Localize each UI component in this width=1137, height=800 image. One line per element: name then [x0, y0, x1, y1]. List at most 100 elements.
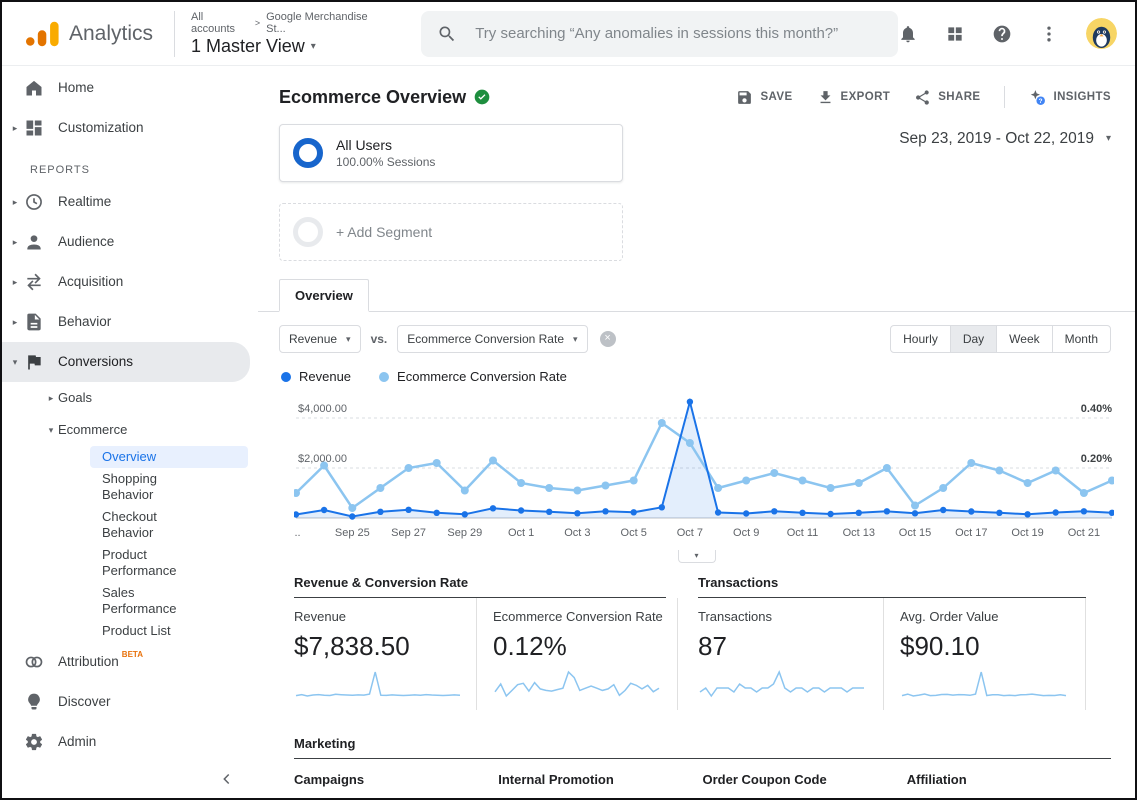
- metric-value: $90.10: [900, 631, 1071, 662]
- account-switcher[interactable]: All accounts > Google Merchandise St... …: [174, 11, 387, 57]
- sidebar-item-shopping-behavior[interactable]: Shopping Behavior: [90, 468, 258, 506]
- sidebar-item-label: Behavior: [58, 314, 111, 330]
- sidebar-item-home[interactable]: Home: [2, 68, 258, 108]
- breadcrumb-root[interactable]: All accounts: [191, 11, 249, 35]
- svg-text:?: ?: [1039, 97, 1043, 104]
- remove-metric-icon[interactable]: ×: [600, 331, 616, 347]
- summary-section-title: Transactions: [698, 575, 1086, 598]
- chevron-right-icon: ▸: [2, 317, 22, 328]
- metric-value: 0.12%: [493, 631, 663, 662]
- date-range-selector[interactable]: Sep 23, 2019 - Oct 22, 2019 ▾: [899, 124, 1111, 261]
- sidebar-item-ecommerce[interactable]: ▾Ecommerce: [2, 414, 258, 446]
- primary-metric-select[interactable]: Revenue ▾: [279, 325, 361, 353]
- analytics-logo[interactable]: Analytics: [2, 2, 172, 65]
- summary-group: TransactionsTransactions87Avg. Order Val…: [698, 575, 1086, 710]
- add-segment-button[interactable]: + Add Segment: [279, 203, 623, 261]
- segment-detail: 100.00% Sessions: [336, 155, 435, 169]
- view-selector[interactable]: 1 Master View ▾: [191, 36, 387, 57]
- metric-card-avg-order-value[interactable]: Avg. Order Value$90.10: [884, 598, 1086, 710]
- sidebar-item-label: Checkout Behavior: [102, 509, 202, 541]
- sidebar-item-admin[interactable]: Admin: [2, 722, 258, 762]
- more-vertical-icon[interactable]: [1039, 24, 1059, 44]
- granularity-month[interactable]: Month: [1052, 325, 1111, 353]
- svg-text:Oct 9: Oct 9: [733, 527, 759, 539]
- notifications-icon[interactable]: [898, 24, 918, 44]
- marketing-section: Marketing Campaigns11Transactions$431.75…: [258, 710, 1135, 798]
- timeseries-chart[interactable]: $2,000.000.20%$4,000.000.40%...Sep 25Sep…: [294, 390, 1114, 548]
- svg-text:Sep 27: Sep 27: [391, 527, 426, 539]
- sidebar-item-label: Customization: [58, 120, 144, 136]
- primary-metric-label: Revenue: [289, 332, 337, 346]
- metric-label: Transactions: [698, 609, 869, 624]
- share-label: SHARE: [938, 91, 980, 103]
- granularity-toggle: HourlyDayWeekMonth: [890, 325, 1111, 353]
- date-range-text: Sep 23, 2019 - Oct 22, 2019: [899, 130, 1094, 261]
- granularity-day[interactable]: Day: [950, 325, 997, 353]
- divider: [1004, 86, 1005, 108]
- insights-button[interactable]: ? INSIGHTS: [1029, 89, 1111, 106]
- search-icon: [437, 24, 457, 44]
- svg-text:Oct 21: Oct 21: [1068, 527, 1100, 539]
- insights-label: INSIGHTS: [1053, 91, 1111, 103]
- svg-text:Oct 17: Oct 17: [955, 527, 987, 539]
- metric-card-conversion-rate[interactable]: Ecommerce Conversion Rate 0.12%: [477, 598, 678, 710]
- marketing-column-internal-promotion: Internal Promotion743,760Impressions: [498, 772, 702, 798]
- chart-legend: RevenueEcommerce Conversion Rate: [258, 353, 1135, 390]
- segment-all-users[interactable]: All Users 100.00% Sessions: [279, 124, 623, 182]
- sidebar-item-acquisition[interactable]: ▸Acquisition: [2, 262, 258, 302]
- metric-card-revenue[interactable]: Revenue$7,838.50: [294, 598, 477, 710]
- search-bar[interactable]: [421, 11, 898, 57]
- sidebar-item-behavior[interactable]: ▸ Behavior: [2, 302, 258, 342]
- sidebar-item-label: Shopping Behavior: [102, 471, 202, 503]
- chevron-right-icon: ▸: [2, 237, 22, 248]
- behavior-icon: [24, 312, 44, 332]
- svg-text:Sep 29: Sep 29: [447, 527, 482, 539]
- breadcrumb-account[interactable]: Google Merchandise St...: [266, 11, 387, 35]
- sidebar-item-audience[interactable]: ▸Audience: [2, 222, 258, 262]
- analytics-logo-icon: [26, 21, 60, 47]
- avatar[interactable]: [1086, 18, 1117, 49]
- attribution-icon: [24, 652, 44, 672]
- sidebar-item-label: Goals: [58, 390, 92, 406]
- sidebar-item-realtime[interactable]: ▸Realtime: [2, 182, 258, 222]
- apps-grid-icon[interactable]: [945, 24, 965, 44]
- marketing-column-title: Affiliation: [907, 772, 1095, 787]
- sparkline-chart: [493, 669, 661, 699]
- sidebar-item-goals[interactable]: ▸Goals: [2, 382, 258, 414]
- metric-label: Ecommerce Conversion Rate: [493, 609, 663, 624]
- discover-icon: [24, 692, 44, 712]
- granularity-hourly[interactable]: Hourly: [890, 325, 951, 353]
- sidebar-item-label: Attribution: [58, 654, 119, 670]
- sidebar-item-overview[interactable]: Overview: [90, 446, 248, 468]
- sidebar-item-discover[interactable]: Discover: [2, 682, 258, 722]
- flag-icon: [24, 352, 44, 372]
- search-input[interactable]: [473, 24, 882, 43]
- sidebar-item-sales-performance[interactable]: Sales Performance: [90, 582, 258, 620]
- share-button[interactable]: SHARE: [914, 89, 980, 106]
- sidebar-item-attribution[interactable]: AttributionBETA: [2, 642, 258, 682]
- gear-icon: [24, 732, 44, 752]
- segment-ring-icon: [293, 217, 323, 247]
- breadcrumb: All accounts > Google Merchandise St...: [191, 11, 387, 35]
- sidebar-item-conversions[interactable]: ▾Conversions: [2, 342, 250, 382]
- sidebar-item-product-list[interactable]: Product List: [90, 620, 258, 642]
- person-icon: [24, 232, 44, 252]
- secondary-metric-label: Ecommerce Conversion Rate: [407, 332, 564, 346]
- sidebar-collapse-button[interactable]: [2, 764, 258, 798]
- svg-text:Oct 11: Oct 11: [787, 527, 819, 539]
- help-icon[interactable]: [992, 24, 1012, 44]
- sidebar-item-product-performance[interactable]: Product Performance: [90, 544, 258, 582]
- metric-card-transactions[interactable]: Transactions87: [698, 598, 884, 710]
- svg-text:Oct 5: Oct 5: [621, 527, 647, 539]
- secondary-metric-select[interactable]: Ecommerce Conversion Rate ▾: [397, 325, 587, 353]
- page-actions: SAVE EXPORT SHARE ? INSIGHTS: [736, 86, 1111, 108]
- marketing-column-campaigns: Campaigns11Transactions$431.75Revenue: [294, 772, 498, 798]
- tab-overview[interactable]: Overview: [279, 279, 369, 312]
- export-button[interactable]: EXPORT: [817, 89, 891, 106]
- save-button[interactable]: SAVE: [736, 89, 792, 106]
- sidebar-item-checkout-behavior[interactable]: Checkout Behavior: [90, 506, 258, 544]
- sidebar-item-customization[interactable]: ▸Customization: [2, 108, 258, 148]
- chevron-down-icon: ▾: [573, 334, 578, 345]
- granularity-week[interactable]: Week: [996, 325, 1052, 353]
- verified-check-icon: [474, 89, 490, 105]
